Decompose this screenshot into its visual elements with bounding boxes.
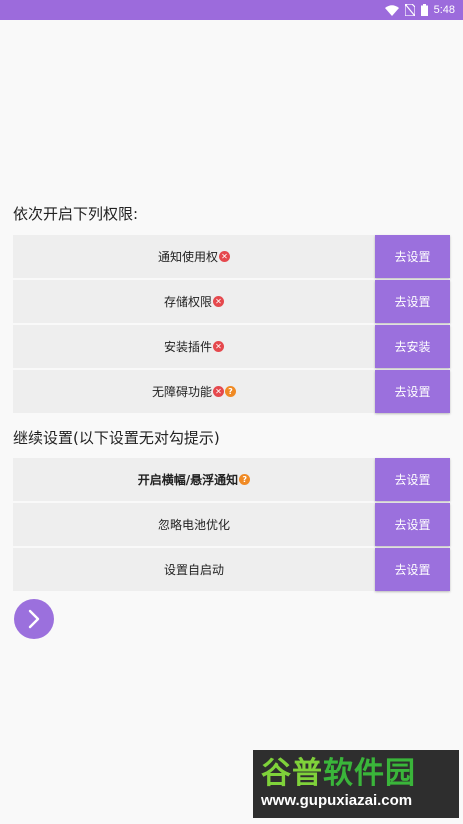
row-label: 设置自启动 bbox=[163, 563, 224, 577]
status-bar: 5:48 bbox=[0, 0, 463, 20]
storage-settings-button[interactable]: 去设置 bbox=[375, 280, 450, 323]
row-label: 开启横幅/悬浮通知 bbox=[137, 473, 239, 487]
setting-row-banner-notification: 开启横幅/悬浮通知? 去设置 bbox=[13, 458, 450, 501]
setting-row-autostart: 设置自启动 去设置 bbox=[13, 548, 450, 591]
banner-notification-settings-button[interactable]: 去设置 bbox=[375, 458, 450, 501]
row-label: 通知使用权 bbox=[157, 250, 218, 264]
setting-row-battery-optimization: 忽略电池优化 去设置 bbox=[13, 503, 450, 546]
row-label-container: 存储权限 ✕ bbox=[13, 280, 375, 323]
watermark-url: www.gupuxiazai.com bbox=[261, 792, 413, 809]
notification-access-settings-button[interactable]: 去设置 bbox=[375, 235, 450, 278]
battery-icon bbox=[420, 4, 428, 16]
permission-row-notification-access: 通知使用权 ✕ 去设置 bbox=[13, 235, 450, 278]
watermark-logo-text: 谷普软件园 bbox=[261, 756, 451, 792]
watermark-logo-part1: 谷普 bbox=[261, 756, 323, 791]
row-label-container: 安装插件 ✕ bbox=[13, 325, 375, 368]
chevron-right-icon bbox=[26, 609, 42, 629]
row-label: 安装插件 bbox=[163, 340, 212, 354]
further-settings-list: 开启横幅/悬浮通知? 去设置 忽略电池优化 去设置 设置自启动 去设置 bbox=[13, 458, 450, 593]
help-icon[interactable]: ? bbox=[225, 386, 236, 397]
wifi-icon bbox=[384, 4, 399, 16]
error-icon: ✕ bbox=[213, 341, 224, 352]
watermark-logo-part2: 软件园 bbox=[323, 756, 416, 791]
section-heading-permissions: 依次开启下列权限: bbox=[13, 205, 139, 223]
error-icon: ✕ bbox=[213, 296, 224, 307]
row-label-container: 无障碍功能 ✕? bbox=[13, 370, 375, 413]
row-label-container: 忽略电池优化 bbox=[13, 503, 375, 546]
autostart-settings-button[interactable]: 去设置 bbox=[375, 548, 450, 591]
battery-optimization-settings-button[interactable]: 去设置 bbox=[375, 503, 450, 546]
permission-row-install-plugin: 安装插件 ✕ 去安装 bbox=[13, 325, 450, 368]
permissions-list: 通知使用权 ✕ 去设置 存储权限 ✕ 去设置 安装插件 ✕ 去安装 无障碍功能 ✕? 去… bbox=[13, 235, 450, 415]
row-label-container: 开启横幅/悬浮通知? bbox=[13, 458, 375, 501]
permission-row-accessibility: 无障碍功能 ✕? 去设置 bbox=[13, 370, 450, 413]
row-label: 存储权限 bbox=[163, 295, 212, 309]
section-heading-further-settings: 继续设置(以下设置无对勾提示) bbox=[13, 429, 220, 447]
permission-row-storage: 存储权限 ✕ 去设置 bbox=[13, 280, 450, 323]
no-sim-icon bbox=[404, 4, 415, 16]
status-time: 5:48 bbox=[433, 4, 455, 16]
watermark-logo: 谷普软件园 www.gupuxiazai.com bbox=[253, 750, 459, 818]
install-plugin-button[interactable]: 去安装 bbox=[375, 325, 450, 368]
error-icon: ✕ bbox=[219, 251, 230, 262]
help-icon[interactable]: ? bbox=[239, 474, 251, 485]
accessibility-settings-button[interactable]: 去设置 bbox=[375, 370, 450, 413]
row-label: 忽略电池优化 bbox=[157, 518, 230, 532]
row-label: 无障碍功能 bbox=[151, 385, 212, 399]
error-icon: ✕ bbox=[213, 386, 224, 397]
row-label-container: 设置自启动 bbox=[13, 548, 375, 591]
row-label-container: 通知使用权 ✕ bbox=[13, 235, 375, 278]
next-button[interactable] bbox=[14, 599, 54, 639]
